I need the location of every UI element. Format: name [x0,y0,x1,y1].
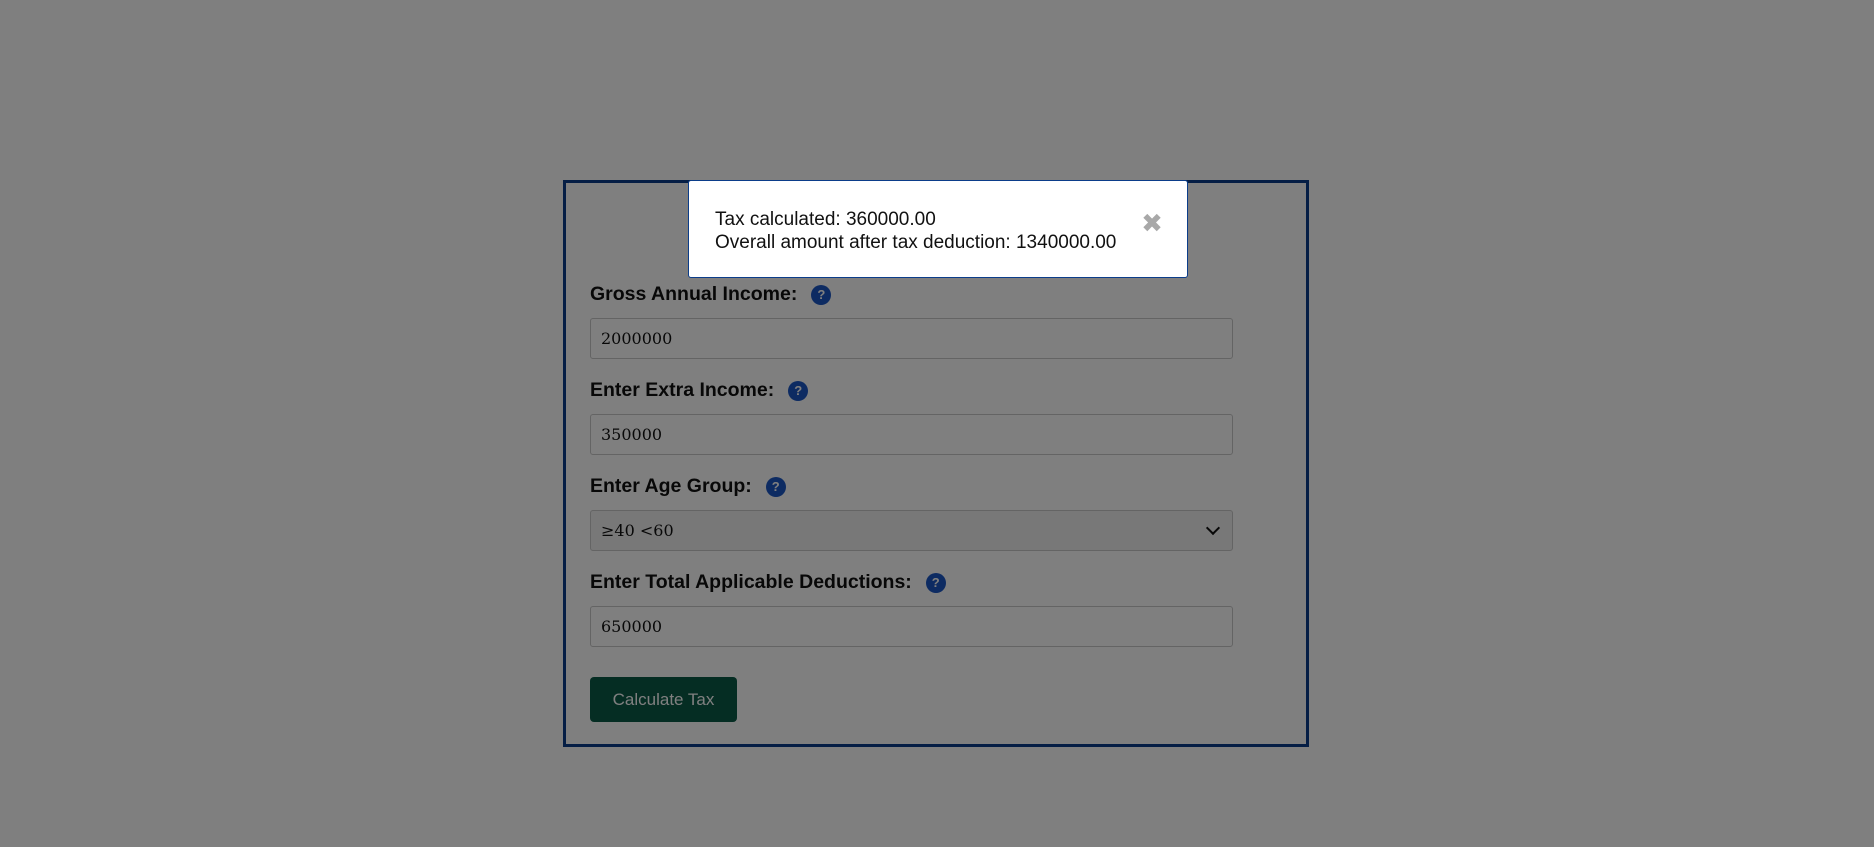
close-icon[interactable]: ✖ [1140,210,1164,236]
result-text: Tax calculated: 360000.00 Overall amount… [715,208,1116,254]
tax-calculated-text: Tax calculated: 360000.00 [715,209,936,230]
result-modal: Tax calculated: 360000.00 Overall amount… [688,180,1188,278]
overall-amount-text: Overall amount after tax deduction: 1340… [715,232,1117,253]
page: Gross Annual Income: ? 2000000 Enter Ext… [0,0,1874,847]
modal-overlay[interactable] [0,0,1874,847]
